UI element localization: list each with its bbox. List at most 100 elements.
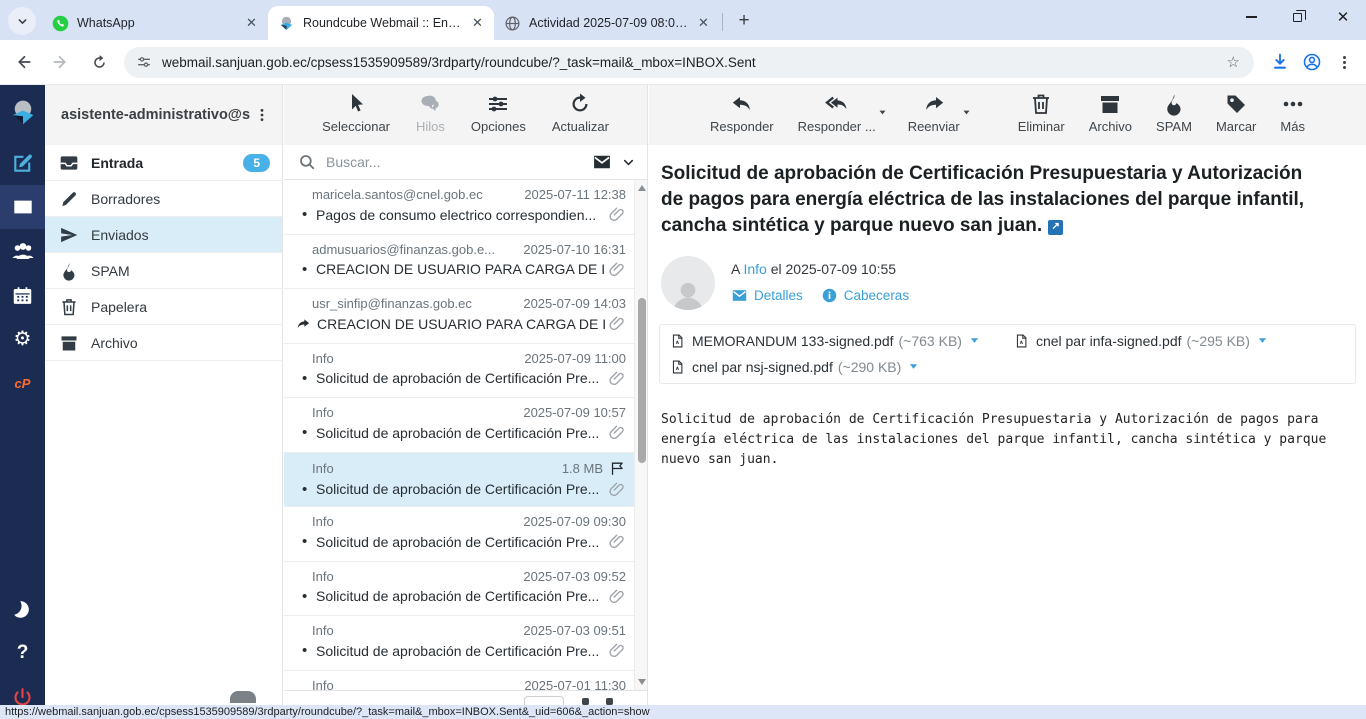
unread-badge: 5: [243, 154, 270, 172]
message-from: admusuarios@finanzas.gob.e...: [302, 242, 523, 257]
delete-button[interactable]: Eliminar: [1018, 92, 1065, 134]
tab-roundcube[interactable]: Roundcube Webmail :: Enviados ✕: [268, 6, 494, 40]
headers-toggle[interactable]: Cabeceras: [821, 287, 909, 304]
attachment-menu-caret-icon[interactable]: [1257, 335, 1268, 346]
back-button[interactable]: [8, 47, 38, 77]
message-row[interactable]: Info 2025-07-09 10:57 • Solicitud de apr…: [284, 398, 634, 453]
attachment-chip[interactable]: MEMORANDUM 133-signed.pdf (~763 KB): [670, 332, 980, 350]
message-row[interactable]: Info 2025-07-01 11:30 •: [284, 671, 634, 691]
attachment-menu-caret-icon[interactable]: [908, 361, 919, 372]
search-scope-chevron-icon[interactable]: [622, 156, 635, 169]
forward-button[interactable]: [46, 47, 76, 77]
select-button[interactable]: Seleccionar: [322, 92, 390, 134]
message-subject: CREACION DE USUARIO PARA CARGA DE I...: [312, 261, 605, 277]
tab-close-icon[interactable]: ✕: [695, 15, 712, 32]
window-minimize-button[interactable]: [1228, 0, 1274, 34]
search-input[interactable]: [326, 154, 592, 170]
forwarded-icon: [295, 316, 311, 332]
message-subject: Solicitud de aprobación de Certificación…: [312, 481, 605, 497]
tab-close-icon[interactable]: ✕: [243, 15, 260, 32]
message-row[interactable]: maricela.santos@cnel.gob.ec 2025-07-11 1…: [284, 180, 634, 235]
folder-entrada[interactable]: Entrada 5: [45, 145, 282, 181]
downloads-button[interactable]: [1264, 46, 1296, 78]
attachment-chip[interactable]: cnel par nsj-signed.pdf (~290 KB): [670, 358, 1345, 376]
window-restore-button[interactable]: [1274, 0, 1320, 34]
message-row[interactable]: Info 2025-07-03 09:51 • Solicitud de apr…: [284, 616, 634, 671]
message-from: Info: [302, 569, 523, 584]
message-row[interactable]: Info 2025-07-09 11:00 • Solicitud de apr…: [284, 344, 634, 399]
tab-actividad[interactable]: Actividad 2025-07-09 08:00:00 ✕: [494, 6, 720, 40]
folder-enviados[interactable]: Enviados: [45, 217, 282, 253]
delete-label: Eliminar: [1018, 119, 1065, 134]
folder-label: Archivo: [91, 335, 138, 351]
details-toggle[interactable]: Detalles: [731, 287, 803, 304]
pointer-icon: [344, 92, 368, 116]
rail-compose-button[interactable]: [0, 141, 45, 185]
scroll-down-icon[interactable]: [638, 679, 646, 685]
rail-darkmode-button[interactable]: [0, 587, 45, 631]
rail-cpanel-button[interactable]: cP: [0, 361, 45, 405]
window-close-button[interactable]: ✕: [1320, 0, 1366, 34]
browser-menu-button[interactable]: [1328, 46, 1360, 78]
reply-all-button[interactable]: Responder ...: [798, 92, 876, 134]
message-row[interactable]: Info 2025-07-03 09:52 • Solicitud de apr…: [284, 562, 634, 617]
headers-label: Cabeceras: [844, 288, 909, 303]
tab-close-icon[interactable]: ✕: [469, 15, 486, 32]
rail-settings-button[interactable]: ⚙: [0, 317, 45, 361]
spam-button[interactable]: SPAM: [1156, 92, 1192, 134]
options-button[interactable]: Opciones: [471, 92, 526, 134]
search-scope-mail-icon[interactable]: [592, 152, 612, 172]
new-tab-button[interactable]: +: [731, 8, 757, 34]
spam-label: SPAM: [1156, 119, 1192, 134]
tab-whatsapp[interactable]: WhatsApp ✕: [42, 6, 268, 40]
attachment-name[interactable]: MEMORANDUM 133-signed.pdf: [692, 333, 894, 349]
attachment-menu-caret-icon[interactable]: [969, 335, 980, 346]
forward-button[interactable]: Reenviar: [908, 92, 960, 134]
message-date: 2025-07-11 12:38: [524, 187, 626, 202]
rail-contacts-button[interactable]: [0, 229, 45, 273]
account-menu-button[interactable]: [250, 107, 274, 123]
caret-down-icon[interactable]: [878, 108, 887, 117]
reload-button[interactable]: [84, 47, 114, 77]
search-icon: [298, 153, 316, 171]
reply-icon: [730, 92, 754, 116]
attachment-name[interactable]: cnel par infa-signed.pdf: [1036, 333, 1182, 349]
profile-button[interactable]: [1296, 46, 1328, 78]
mail-body: Solicitud de aprobación de Certificación…: [661, 410, 1351, 470]
url-text[interactable]: webmail.sanjuan.gob.ec/cpsess1535909589/…: [162, 55, 1221, 70]
threads-button[interactable]: Hilos: [416, 92, 445, 134]
attachment-chip[interactable]: cnel par infa-signed.pdf (~295 KB): [1014, 332, 1268, 350]
compose-icon: [11, 152, 34, 175]
recipient-link[interactable]: Info: [743, 261, 766, 277]
caret-down-icon[interactable]: [962, 108, 971, 117]
folder-borradores[interactable]: Borradores: [45, 181, 282, 217]
address-bar[interactable]: webmail.sanjuan.gob.ec/cpsess1535909589/…: [124, 47, 1254, 78]
folder-papelera[interactable]: Papelera: [45, 289, 282, 325]
site-settings-icon[interactable]: [136, 54, 152, 70]
folder-spam[interactable]: SPAM: [45, 253, 282, 289]
message-from: Info: [302, 623, 523, 638]
archive-button[interactable]: Archivo: [1089, 92, 1132, 134]
attachment-name[interactable]: cnel par nsj-signed.pdf: [692, 359, 833, 375]
bookmark-star-icon[interactable]: ☆: [1221, 53, 1246, 71]
tab-search-button[interactable]: [8, 7, 36, 35]
message-row[interactable]: usr_sinfip@finanzas.gob.ec 2025-07-09 14…: [284, 289, 634, 344]
message-date: 1.8 MB: [562, 461, 603, 476]
message-row[interactable]: Info 2025-07-09 09:30 • Solicitud de apr…: [284, 507, 634, 562]
scroll-up-icon[interactable]: [638, 185, 646, 191]
folder-archivo[interactable]: Archivo: [45, 325, 282, 361]
refresh-button[interactable]: Actualizar: [552, 92, 609, 134]
rail-mail-button[interactable]: [0, 185, 45, 229]
message-row[interactable]: admusuarios@finanzas.gob.e... 2025-07-10…: [284, 235, 634, 290]
more-button[interactable]: Más: [1280, 92, 1305, 134]
unread-dot-icon: •: [302, 425, 312, 440]
mark-button[interactable]: Marcar: [1216, 92, 1256, 134]
scrollbar-thumb[interactable]: [638, 298, 646, 463]
list-scrollbar[interactable]: [634, 180, 647, 690]
reply-button[interactable]: Responder: [710, 92, 774, 134]
rail-calendar-button[interactable]: [0, 273, 45, 317]
message-row[interactable]: Info 1.8 MB • Solicitud de aprobación de…: [284, 453, 634, 508]
rail-help-button[interactable]: ?: [0, 631, 45, 675]
forward-label: Reenviar: [908, 119, 960, 134]
open-in-new-window-icon[interactable]: ↗: [1048, 220, 1063, 235]
